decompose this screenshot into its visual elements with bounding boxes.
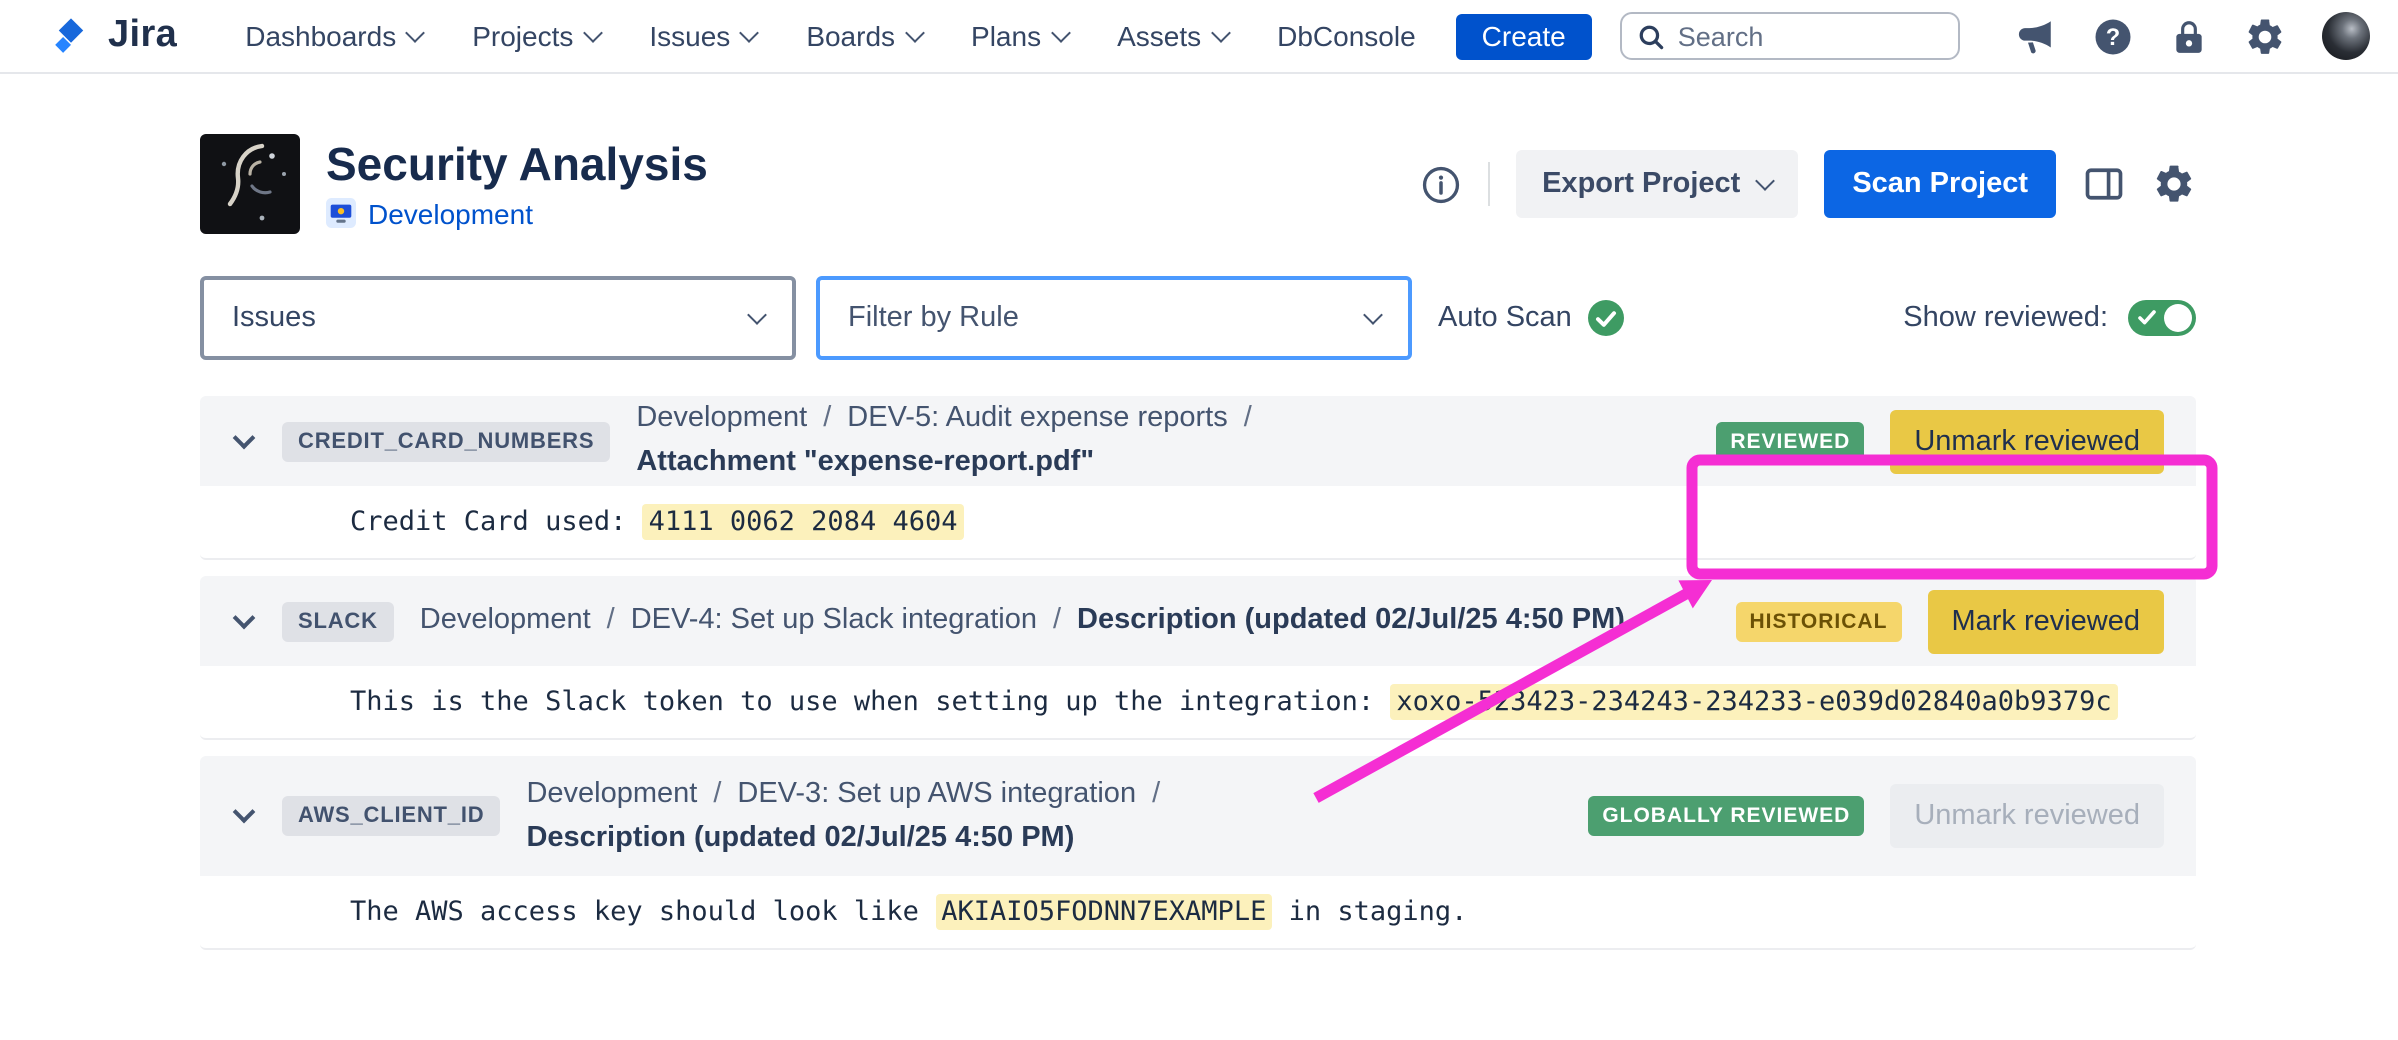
show-reviewed-toggle[interactable] — [2128, 300, 2196, 336]
check-icon — [2138, 310, 2156, 326]
chevron-down-icon — [405, 22, 425, 42]
search-icon — [1638, 21, 1664, 51]
breadcrumb: Development / DEV-4: Set up Slack integr… — [420, 599, 1625, 643]
findings-list: CREDIT_CARD_NUMBERS Development / DEV-5:… — [200, 396, 2196, 950]
info-icon[interactable] — [1420, 163, 1462, 205]
secret-highlight: AKIAIO5FODNN7EXAMPLE — [935, 894, 1272, 930]
breadcrumb: Development / DEV-3: Set up AWS integrat… — [526, 771, 1176, 861]
project-header: Security Analysis Development — [200, 134, 2196, 234]
toggle-knob — [2164, 304, 2192, 332]
finding-actions: GLOBALLY REVIEWED Unmark reviewed — [1560, 784, 2164, 848]
unmark-reviewed-button[interactable]: Unmark reviewed — [1890, 409, 2164, 473]
chevron-down-icon — [582, 22, 602, 42]
chevron-down-icon — [739, 22, 759, 42]
create-button[interactable]: Create — [1456, 13, 1592, 59]
chevron-down-icon — [904, 22, 924, 42]
primary-nav: Dashboards Projects Issues Boards Plans … — [245, 20, 1415, 52]
secret-highlight: 4111 0062 2084 4604 — [643, 504, 964, 540]
finding-credit-card: CREDIT_CARD_NUMBERS Development / DEV-5:… — [200, 396, 2196, 560]
chevron-down-icon — [1210, 22, 1230, 42]
title-block: Security Analysis Development — [326, 139, 708, 230]
finding-slack-token: SLACK Development / DEV-4: Set up Slack … — [200, 576, 2196, 740]
status-badge: GLOBALLY REVIEWED — [1588, 796, 1864, 836]
show-reviewed-control: Show reviewed: — [1903, 300, 2196, 336]
nav-item-issues[interactable]: Issues — [649, 20, 756, 52]
finding-actions: REVIEWED Unmark reviewed — [1688, 409, 2164, 473]
issues-select[interactable]: Issues — [200, 276, 796, 360]
collapse-chevron-icon[interactable] — [233, 426, 256, 449]
finding-actions: HISTORICAL Mark reviewed — [1707, 589, 2164, 653]
project-link-development[interactable]: Development — [368, 197, 533, 229]
help-icon[interactable]: ? — [2092, 15, 2134, 57]
brand-name: Jira — [108, 14, 177, 58]
check-circle-icon — [1588, 300, 1624, 336]
lock-icon[interactable] — [2170, 17, 2208, 55]
nav-item-plans[interactable]: Plans — [971, 20, 1067, 52]
settings-gear-icon[interactable] — [2244, 15, 2286, 57]
filter-by-rule-select[interactable]: Filter by Rule — [816, 276, 1412, 360]
announcements-icon[interactable] — [2014, 15, 2056, 57]
finding-content: Credit Card used: 4111 0062 2084 4604 — [200, 486, 2196, 560]
filter-bar: Issues Filter by Rule Auto Scan Show rev… — [200, 276, 2196, 360]
rule-badge: CREDIT_CARD_NUMBERS — [282, 421, 610, 461]
unmark-reviewed-button-disabled: Unmark reviewed — [1890, 784, 2164, 848]
chevron-down-icon — [1050, 22, 1070, 42]
finding-header: SLACK Development / DEV-4: Set up Slack … — [200, 576, 2196, 666]
jira-security-analysis-page: Jira Dashboards Projects Issues Boards P… — [0, 0, 2398, 1040]
chevron-down-icon — [1363, 304, 1383, 324]
search-input[interactable] — [1678, 21, 1942, 51]
global-search[interactable] — [1620, 12, 1960, 60]
nav-item-dashboards[interactable]: Dashboards — [245, 20, 422, 52]
finding-aws-client-id: AWS_CLIENT_ID Development / DEV-3: Set u… — [200, 756, 2196, 950]
secret-highlight: xoxo-523423-234243-234233-e039d02840a0b9… — [1390, 684, 2117, 720]
header-actions: Export Project Scan Project — [1420, 150, 2196, 218]
rule-badge: SLACK — [282, 601, 394, 641]
finding-header: AWS_CLIENT_ID Development / DEV-3: Set u… — [200, 756, 2196, 876]
chevron-down-icon — [1755, 170, 1775, 190]
collapse-chevron-icon[interactable] — [233, 606, 256, 629]
finding-content: This is the Slack token to use when sett… — [200, 666, 2196, 740]
details-panel-icon[interactable] — [2082, 162, 2126, 206]
top-navigation-bar: Jira Dashboards Projects Issues Boards P… — [0, 0, 2398, 74]
nav-item-boards[interactable]: Boards — [806, 20, 921, 52]
finding-content: The AWS access key should look like AKIA… — [200, 876, 2196, 950]
scan-project-button[interactable]: Scan Project — [1824, 150, 2056, 218]
main-content: Security Analysis Development — [0, 134, 2398, 950]
nav-item-dbconsole[interactable]: DbConsole — [1277, 20, 1416, 52]
export-project-button[interactable]: Export Project — [1516, 150, 1798, 218]
auto-scan-status: Auto Scan — [1438, 300, 1624, 336]
status-badge: HISTORICAL — [1735, 601, 1901, 641]
status-badge: REVIEWED — [1716, 421, 1864, 461]
rule-badge: AWS_CLIENT_ID — [282, 796, 500, 836]
user-avatar[interactable] — [2322, 12, 2370, 60]
svg-text:?: ? — [2106, 24, 2120, 50]
jira-logo-icon — [48, 13, 94, 59]
project-avatar — [200, 134, 300, 234]
view-settings-gear-icon[interactable] — [2152, 162, 2196, 206]
finding-header: CREDIT_CARD_NUMBERS Development / DEV-5:… — [200, 396, 2196, 486]
breadcrumb: Development / DEV-5: Audit expense repor… — [636, 398, 1688, 485]
nav-item-projects[interactable]: Projects — [472, 20, 599, 52]
divider — [1488, 162, 1490, 206]
development-project-icon — [326, 198, 356, 228]
topbar-icons: ? — [2014, 12, 2370, 60]
page-title: Security Analysis — [326, 139, 708, 192]
chevron-down-icon — [747, 304, 767, 324]
nav-item-assets[interactable]: Assets — [1117, 20, 1227, 52]
jira-logo[interactable]: Jira — [48, 13, 177, 59]
collapse-chevron-icon[interactable] — [233, 801, 256, 824]
mark-reviewed-button[interactable]: Mark reviewed — [1927, 589, 2164, 653]
